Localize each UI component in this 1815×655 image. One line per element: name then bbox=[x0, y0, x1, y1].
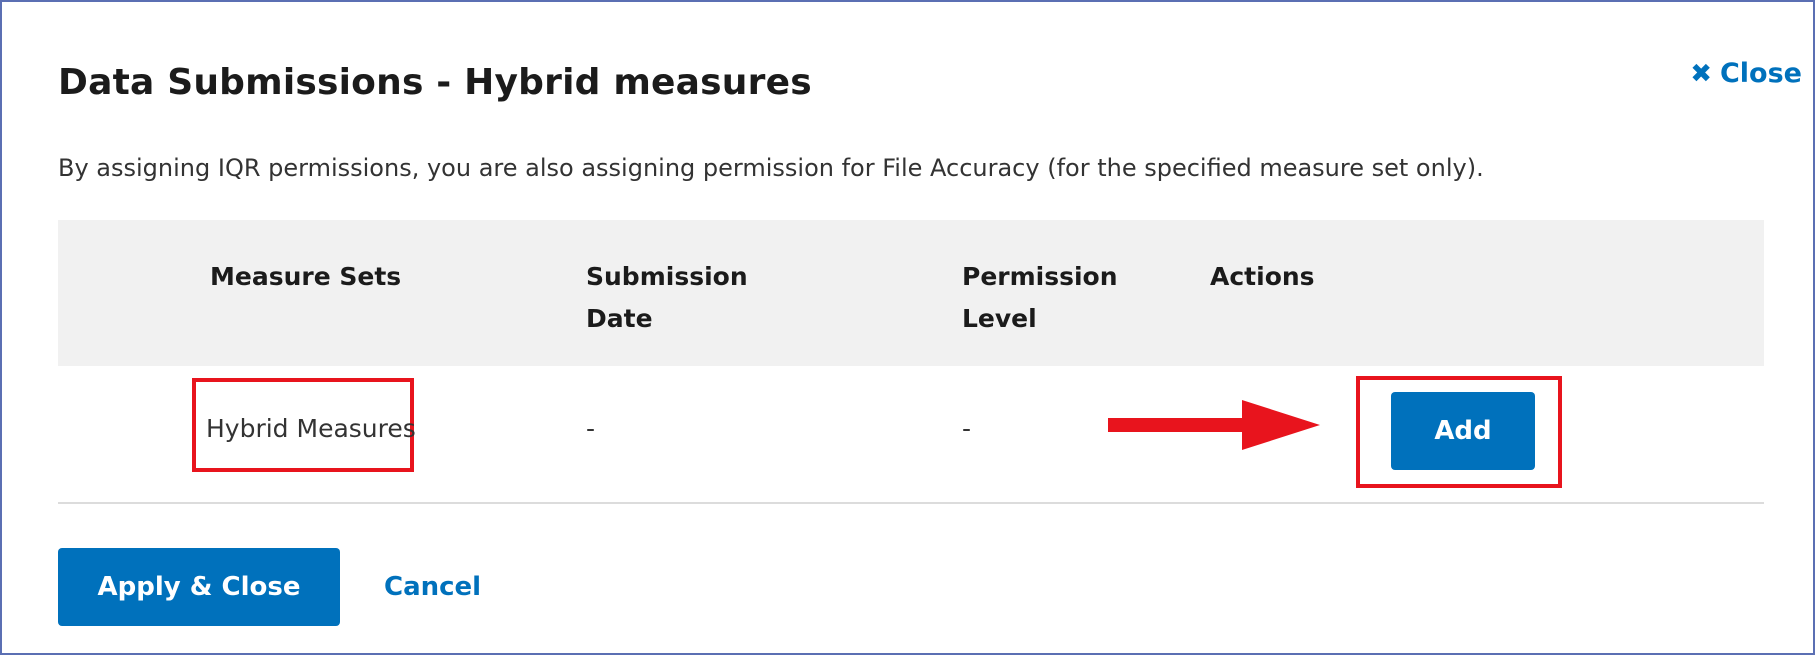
header-measure-sets: Measure Sets bbox=[210, 262, 402, 291]
data-submissions-dialog: Data Submissions - Hybrid measures ✖ Clo… bbox=[58, 2, 1802, 653]
header-submission-date: Submission Date bbox=[586, 262, 748, 333]
cell-measure-set: Hybrid Measures bbox=[206, 414, 416, 443]
header-actions: Actions bbox=[1210, 262, 1315, 291]
right-arrow-annotation-icon bbox=[1108, 400, 1320, 450]
dialog-description: By assigning IQR permissions, you are al… bbox=[58, 154, 1484, 182]
apply-close-button[interactable]: Apply & Close bbox=[58, 548, 340, 626]
dialog-footer: Apply & Close Cancel bbox=[58, 548, 481, 626]
close-label: Close bbox=[1719, 58, 1802, 89]
table-row: Hybrid Measures - - Add bbox=[58, 366, 1764, 504]
cell-submission-date: - bbox=[586, 414, 596, 443]
table-header-row: Measure Sets Submission Date Permission … bbox=[58, 220, 1764, 366]
measure-sets-table: Measure Sets Submission Date Permission … bbox=[58, 220, 1764, 504]
screenshot-frame: Data Submissions - Hybrid measures ✖ Clo… bbox=[0, 0, 1815, 655]
header-permission-level: Permission Level bbox=[962, 262, 1118, 333]
add-button[interactable]: Add bbox=[1391, 392, 1535, 470]
close-icon: ✖ bbox=[1690, 58, 1712, 89]
cancel-button[interactable]: Cancel bbox=[384, 572, 481, 602]
cell-permission-level: - bbox=[962, 414, 972, 443]
close-button[interactable]: ✖ Close bbox=[1690, 58, 1802, 89]
dialog-title: Data Submissions - Hybrid measures bbox=[58, 62, 812, 103]
